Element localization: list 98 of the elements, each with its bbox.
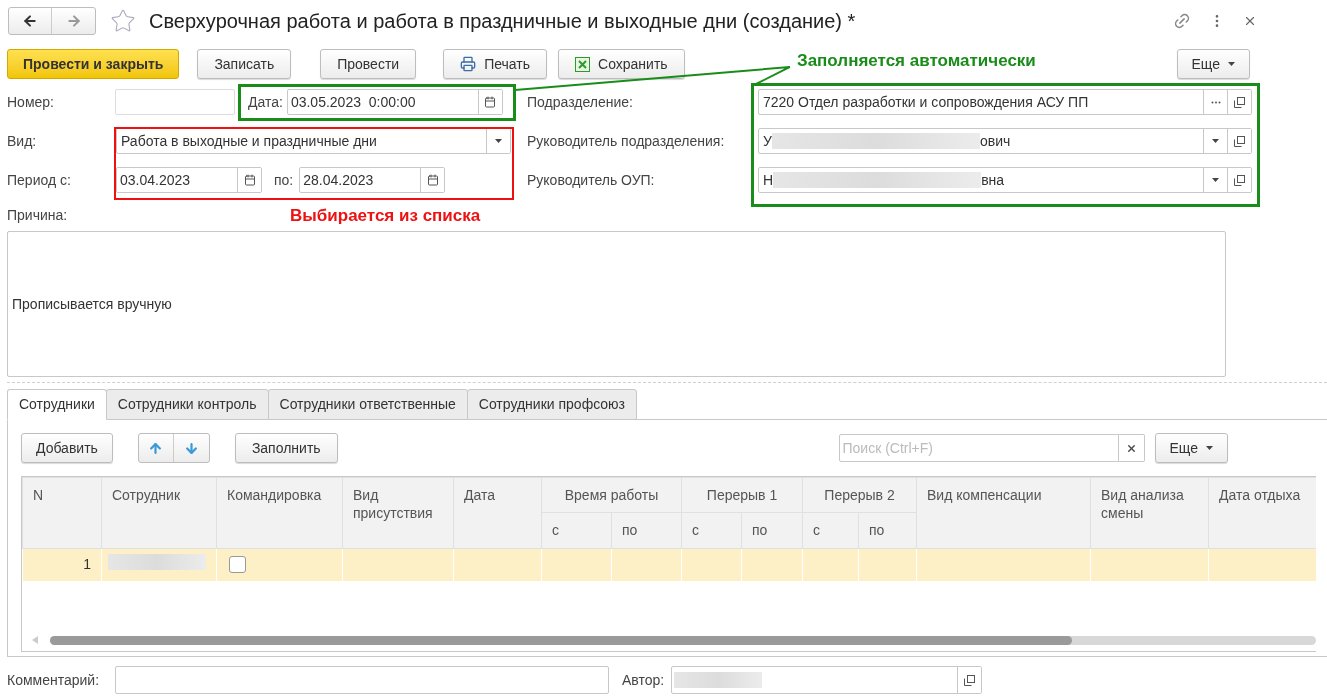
field-value-start: У [763,131,772,151]
field-label: Руководитель ОУП: [527,170,656,190]
manager-field[interactable]: У ович [758,128,1252,154]
field-label: Причина: [7,207,68,223]
favorite-star-icon[interactable] [110,8,136,34]
field-value: 28.04.2023 [302,170,375,190]
manager-field[interactable]: Н вна [758,167,1252,193]
field-value: Работа в выходные и праздничные дни [120,131,378,151]
field-label: по: [274,170,294,190]
field-value-start: Н [763,170,774,190]
department-field[interactable]: 7220 Отдел разработки и сопровождения АСУ ПП [758,89,1252,115]
search-field[interactable]: Поиск (Ctrl+F) [838,434,1119,462]
open-icon [1234,174,1245,186]
ellipsis-icon [1210,100,1221,104]
field-label: Руководитель подразделения: [527,131,726,151]
field-label: Комментарий: [7,670,101,690]
open-button[interactable] [1227,90,1251,114]
calendar-button[interactable] [477,90,502,114]
table-row[interactable]: 1 [22,548,1316,581]
open-button[interactable] [1227,129,1251,153]
dropdown-icon [1228,62,1235,66]
open-button[interactable] [1227,168,1251,192]
calendar-icon [484,96,497,108]
window-title: Сверхурочная работа и работа в праздничные и выходные дни (создание) * [149,9,856,34]
field-label: Дата: [248,92,283,112]
field-value: 03.04.2023 [119,170,192,190]
checkbox[interactable] [229,556,246,574]
field-value-end: вна [981,170,1005,190]
toolbar-button[interactable]: Провести и закрыть [7,49,180,79]
number-field[interactable] [115,89,235,115]
date-field[interactable]: 03.05.2023 0:00:00 [286,89,503,115]
table-more-button[interactable]: Еще [1154,433,1228,463]
arrow-down-icon [183,440,199,456]
tab[interactable]: Сотрудники профсоюз [466,389,638,420]
dropdown-icon [1212,178,1219,182]
spreadsheet-icon [575,56,590,72]
column-header: с [802,512,859,549]
column-header: Вид присутствия [342,477,454,549]
open-button[interactable] [957,667,982,693]
field-value-end: ович [979,131,1011,151]
column-header: Вид компенсации [916,477,1091,549]
tab[interactable]: Сотрудники контроль [105,389,269,420]
column-header: с [681,512,742,549]
column-header: Время работы [541,477,682,513]
column-header: Сотрудник [101,477,217,549]
column-header: Вид анализа смены [1090,477,1209,549]
column-header: N [22,477,102,549]
column-header: Дата [453,477,542,549]
close-icon [1125,442,1137,454]
calendar-icon [243,174,256,186]
calendar-button[interactable] [420,168,445,192]
dropdown-button[interactable] [486,129,510,153]
open-icon [964,674,976,686]
field-label: Вид: [7,131,38,151]
open-icon [1234,96,1245,108]
dropdown-icon [1212,139,1219,143]
annotation-text: Выбирается из списка [290,205,481,227]
field-label: Подразделение: [527,92,634,112]
column-header: Перерыв 1 [681,477,803,513]
back-icon [22,13,38,29]
forward-icon [65,13,82,29]
column-header: Перерыв 2 [802,477,917,513]
field-label: Автор: [622,670,665,690]
add-button[interactable]: Добавить [21,433,113,463]
kind-select[interactable]: Работа в выходные и праздничные дни [116,128,511,154]
column-header: Командировка [216,477,343,549]
column-header: по [858,512,917,549]
open-icon [1234,135,1245,147]
author-field[interactable] [671,666,983,694]
close-icon[interactable] [1243,14,1257,28]
column-header: по [611,512,682,549]
more-button[interactable]: Еще [1176,49,1250,79]
toolbar-button[interactable]: Печать [443,49,547,79]
reason-textarea[interactable]: Прописывается вручную [7,231,1226,377]
row-number: 1 [83,556,91,573]
dropdown-icon [1206,446,1213,450]
toolbar-button[interactable]: Сохранить [558,49,685,79]
tab[interactable]: Сотрудники ответственные [267,389,468,420]
column-header: с [541,512,612,549]
field-label: Период с: [7,170,72,190]
comment-field[interactable] [115,666,609,694]
printer-icon [460,56,477,72]
toolbar-button[interactable]: Провести [320,49,417,79]
calendar-icon [426,174,439,186]
toolbar-button[interactable]: Записать [197,49,292,79]
field-value: 03.05.2023 0:00:00 [289,92,417,112]
annotation-text: Заполняется автоматически [797,50,1036,72]
column-header: по [741,512,803,549]
column-header: Дата отдыха [1208,477,1316,549]
fill-button[interactable]: Заполнить [234,433,338,463]
field-label: Номер: [7,92,55,112]
date-field[interactable]: 03.04.2023 [116,167,262,193]
date-field[interactable]: 28.04.2023 [299,167,446,193]
clear-search-button[interactable] [1118,434,1145,462]
calendar-button[interactable] [237,168,261,192]
field-value: 7220 Отдел разработки и сопровождения АСУ ПП [762,92,1090,112]
tab[interactable]: Сотрудники [7,389,107,420]
dropdown-icon [495,139,502,143]
